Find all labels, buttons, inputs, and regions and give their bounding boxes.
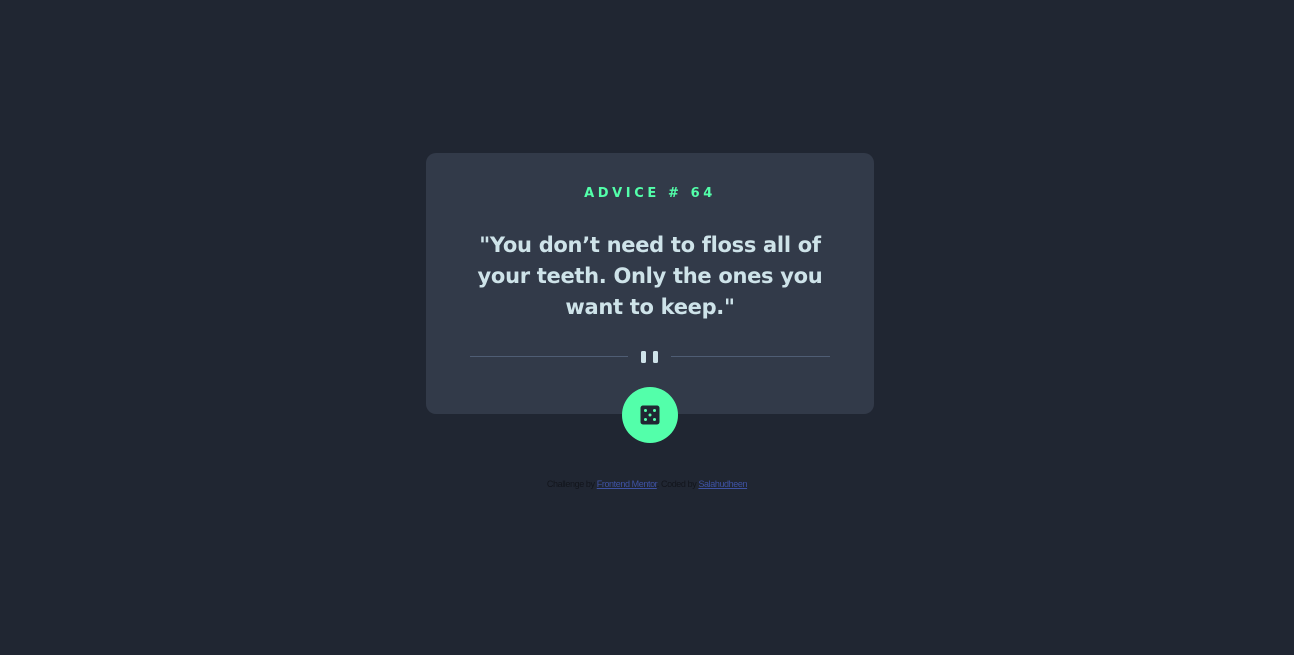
advice-heading: ADVICE # 64 (584, 186, 716, 201)
advice-card: ADVICE # 64 "You don’t need to floss all… (426, 153, 874, 414)
attribution-prefix: Challenge by (546, 479, 595, 489)
divider-line-left (470, 356, 628, 357)
attribution: Challenge by Frontend Mentor. Coded by S… (0, 479, 1294, 489)
pause-icon (640, 350, 660, 364)
page: ADVICE # 64 "You don’t need to floss all… (0, 0, 1294, 655)
dice-icon (640, 405, 660, 425)
new-advice-button[interactable] (622, 387, 678, 443)
author-link[interactable]: Salahudheen (698, 479, 747, 489)
divider (470, 347, 830, 367)
frontend-mentor-link[interactable]: Frontend Mentor (597, 479, 657, 489)
divider-line-right (671, 356, 830, 357)
attribution-middle: . Coded by (656, 479, 697, 489)
advice-quote: "You don’t need to floss all of your tee… (477, 233, 823, 319)
